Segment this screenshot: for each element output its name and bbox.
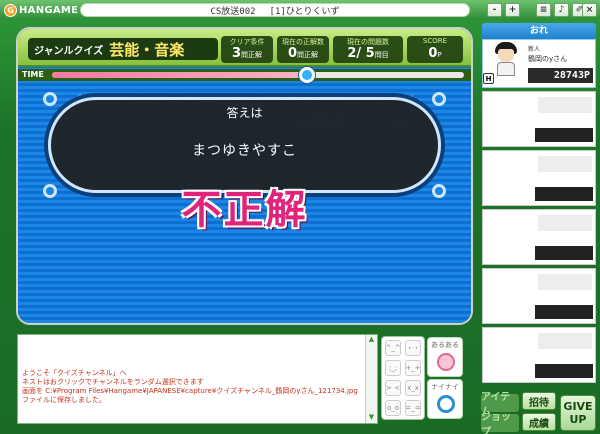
emote-panel: ^_^ ・・ ;_; +_+ > < x_x o_o =_=: [381, 336, 425, 420]
aruaru-button[interactable]: あるある: [427, 337, 463, 377]
time-label: TIME: [22, 70, 44, 79]
shop-button[interactable]: ショップ: [481, 412, 519, 434]
smile-icon: [437, 353, 455, 371]
genre-label: ジャンルクイズ: [34, 45, 104, 57]
empty-player-slot: [482, 327, 596, 383]
window-tools: ≡ ♪ ✐: [536, 3, 587, 17]
giveup-button[interactable]: GIVE UP: [560, 395, 596, 431]
logo-mark-icon: G: [4, 3, 17, 17]
emote-button[interactable]: ・・: [405, 340, 421, 356]
avatar: [493, 42, 519, 76]
close-button[interactable]: ×: [582, 3, 597, 17]
room-name: [1]ひとりくいず: [269, 6, 340, 17]
emote-button[interactable]: ^_^: [385, 340, 401, 356]
time-knob-icon: [299, 67, 316, 83]
sound-icon[interactable]: ♪: [554, 3, 569, 17]
current-question: 現在の問題数 2/ 5問目: [333, 36, 403, 63]
genre-name: 芸能・音楽: [109, 40, 185, 59]
menu-icon[interactable]: ≡: [536, 3, 551, 17]
minimize-button[interactable]: -: [487, 3, 502, 17]
emote-button[interactable]: o_o: [385, 400, 401, 416]
score: SCORE 0P: [407, 36, 463, 63]
chat-line: ようこそ「クイズチャンネル」へ: [22, 369, 127, 377]
my-tab[interactable]: おれ: [482, 23, 596, 39]
home-icon: H: [483, 73, 494, 84]
chat-log[interactable]: ようこそ「クイズチャンネル」へ ネストはおクリックでチャンネルをランダム選択でき…: [17, 334, 378, 424]
clear-condition: クリア条件 3問正解: [221, 36, 273, 63]
chat-line: ネストはおクリックでチャンネルをランダム選択できます: [22, 378, 204, 386]
room-title: CS放送002 [1]ひとりくいず: [80, 3, 470, 17]
logo-text: HANGAME: [19, 4, 79, 16]
maximize-button[interactable]: +: [505, 3, 520, 17]
window-controls: - +: [487, 3, 520, 17]
title-bar: G HANGAME CS放送002 [1]ひとりくいず - + ≡ ♪ ✐ ×: [0, 0, 600, 20]
emote-button[interactable]: +_+: [405, 360, 421, 376]
invite-button[interactable]: 招待: [522, 392, 556, 410]
results-button[interactable]: 成績: [522, 413, 556, 431]
empty-player-slot: [482, 268, 596, 324]
current-correct: 現在の正解数 0問正解: [277, 36, 329, 63]
emote-button[interactable]: ;_;: [385, 360, 401, 376]
hangame-logo: G HANGAME: [4, 3, 78, 17]
empty-player-slot: [482, 209, 596, 265]
emote-button[interactable]: =_=: [405, 400, 421, 416]
quiz-header: ジャンルクイズ 芸能・音楽 クリア条件 3問正解 現在の正解数 0問正解 現在の…: [18, 29, 471, 67]
chat-line: 画面を C:¥Program Files¥Hangame¥JAPANESE¥ca…: [22, 387, 358, 395]
scroll-down-icon[interactable]: ▼: [366, 413, 377, 423]
player-name: 鶴岡のyさん: [528, 55, 568, 63]
scroll-up-icon[interactable]: ▲: [366, 335, 377, 345]
chat-scrollbar[interactable]: ▲ ▼: [365, 335, 377, 423]
chat-lines: ようこそ「クイズチャンネル」へ ネストはおクリックでチャンネルをランダム選択でき…: [22, 369, 358, 405]
answer-text: まつゆきやすこ: [192, 143, 297, 159]
time-bar: TIME: [18, 67, 471, 83]
genre-panel: ジャンルクイズ 芸能・音楽: [28, 38, 218, 60]
quiz-screen: ジャンルクイズ 芸能・音楽 クリア条件 3問正解 現在の正解数 0問正解 現在の…: [18, 29, 471, 323]
nainai-button[interactable]: ナイナイ: [427, 379, 463, 419]
quiz-stats: クリア条件 3問正解 現在の正解数 0問正解 現在の問題数 2/ 5問目 SCO…: [221, 36, 463, 63]
empty-player-slot: [482, 91, 596, 147]
player-card[interactable]: H 新人 鶴岡のyさん 28743P: [482, 39, 596, 88]
player-score: 28743P: [528, 68, 593, 83]
time-fill: [52, 72, 308, 78]
time-track: [52, 67, 464, 83]
emote-button[interactable]: > <: [385, 380, 401, 396]
emote-button[interactable]: x_x: [405, 380, 421, 396]
window-close: ×: [582, 3, 597, 17]
empty-player-slot: [482, 150, 596, 206]
result-text: 不正解: [181, 187, 308, 233]
channel-name: CS放送002: [210, 6, 256, 17]
answer-heading: 答えは: [226, 106, 263, 120]
chat-line: ファイルに保存しました。: [22, 396, 106, 404]
ring-icon: [437, 395, 455, 413]
player-rank: 新人: [528, 46, 541, 53]
